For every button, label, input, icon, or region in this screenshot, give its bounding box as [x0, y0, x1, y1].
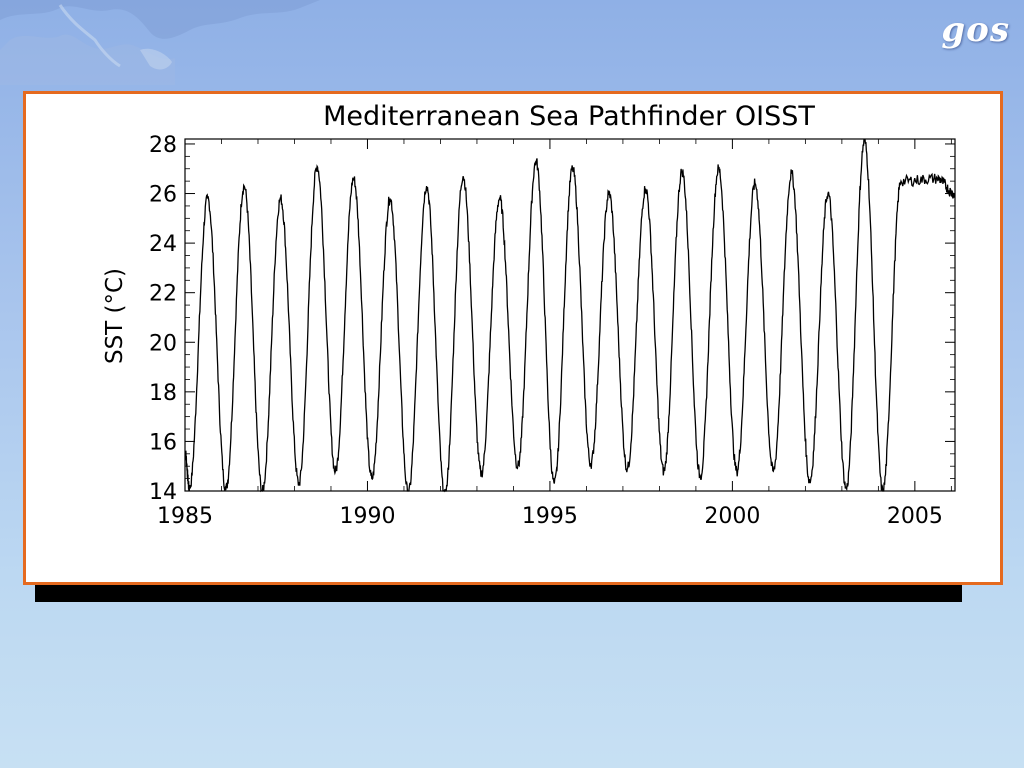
y-axis-label: SST (°C) [102, 268, 128, 364]
x-tick-label: 1985 [157, 504, 213, 529]
sst-chart: Mediterranean Sea Pathfinder OISST 14161… [102, 101, 956, 529]
y-tick-label: 16 [149, 430, 177, 455]
europe-map-decoration [0, 0, 320, 85]
y-tick-label: 20 [149, 331, 177, 356]
gos-logo: gos [941, 10, 1010, 50]
x-tick-label: 1995 [522, 504, 578, 529]
chart-title: Mediterranean Sea Pathfinder OISST [323, 101, 815, 132]
y-tick-label: 22 [149, 282, 177, 307]
chart-frame: Mediterranean Sea Pathfinder OISST 14 16 1… [23, 91, 1003, 585]
x-tick-label: 2005 [887, 504, 943, 529]
y-tick-label: 26 [149, 183, 177, 208]
y-tick-label: 18 [149, 381, 177, 406]
sst-series-line [184, 138, 955, 493]
y-tick-label: 24 [149, 232, 177, 257]
x-axis: 1985 1990 1995 2000 2005 [157, 139, 952, 529]
y-axis: 14 16 18 20 22 24 26 28 [149, 133, 955, 505]
x-tick-label: 1990 [339, 504, 395, 529]
x-tick-label: 2000 [704, 504, 760, 529]
y-tick-label: 28 [149, 133, 177, 158]
y-tick-label: 14 [149, 480, 177, 505]
